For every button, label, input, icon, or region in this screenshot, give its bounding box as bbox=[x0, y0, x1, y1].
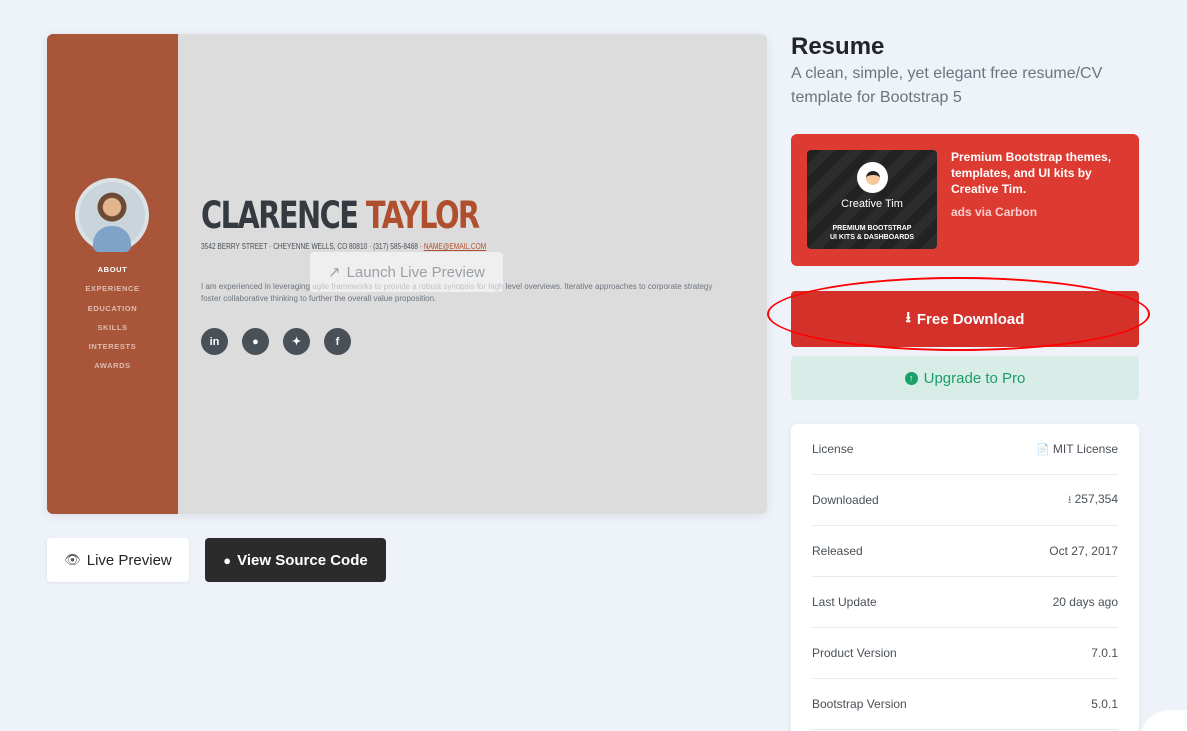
info-row-license: License 📄 MIT License bbox=[812, 424, 1118, 475]
footer-wave bbox=[1140, 710, 1187, 731]
info-card: License 📄 MIT License Downloaded ⭳ 257,354… bbox=[791, 424, 1139, 731]
info-label: Bootstrap Version bbox=[812, 697, 907, 711]
preview-nav: ABOUT EXPERIENCE EDUCATION SKILLS INTERE… bbox=[47, 264, 178, 380]
info-row-bootstrap-version: Bootstrap Version 5.0.1 bbox=[812, 679, 1118, 730]
ad-image[interactable]: Creative Tim PREMIUM BOOTSTRAP UI KITS & … bbox=[807, 150, 937, 249]
github-icon: ● bbox=[223, 552, 232, 568]
preview-address-text: 3542 BERRY STREET · CHEYENNE WELLS, CO 8… bbox=[201, 242, 424, 251]
preview-sidebar: ABOUT EXPERIENCE EDUCATION SKILLS INTERE… bbox=[47, 34, 178, 514]
download-icon: ⭳ bbox=[1067, 493, 1072, 506]
avatar bbox=[75, 178, 149, 252]
info-value: Oct 27, 2017 bbox=[1049, 544, 1118, 558]
github-icon: ● bbox=[242, 328, 269, 355]
info-label: Released bbox=[812, 544, 863, 558]
preview-nav-item: ABOUT bbox=[97, 265, 128, 274]
ad-via-link[interactable]: ads via Carbon bbox=[951, 205, 1037, 219]
preview-nav-item: EDUCATION bbox=[87, 303, 138, 313]
free-download-button[interactable]: ⭳ Free Download bbox=[791, 291, 1139, 347]
upgrade-to-pro-button[interactable]: ↑ Upgrade to Pro bbox=[791, 356, 1139, 400]
facebook-icon: f bbox=[324, 328, 351, 355]
ad-brand: Creative Tim bbox=[841, 198, 903, 210]
preview-nav-item: INTERESTS bbox=[88, 342, 137, 352]
info-label: License bbox=[812, 442, 854, 456]
preview-last-name: TAYLOR bbox=[365, 194, 480, 237]
preview-email: NAME@EMAIL.COM bbox=[423, 242, 487, 251]
preview-nav-item: AWARDS bbox=[94, 361, 131, 371]
ad-text[interactable]: Premium Bootstrap themes, templates, and… bbox=[951, 149, 1127, 197]
preview-first-name: CLARENCE bbox=[201, 194, 359, 237]
preview-nav-item: EXPERIENCE bbox=[85, 284, 140, 294]
preview-social-icons: in ● ✦ f bbox=[201, 328, 351, 355]
page-title: Resume bbox=[791, 33, 885, 60]
creative-tim-logo-icon bbox=[857, 162, 888, 193]
download-icon: ⭳ bbox=[905, 308, 911, 326]
info-row-product-version: Product Version 7.0.1 bbox=[812, 628, 1118, 679]
info-label: Downloaded bbox=[812, 493, 879, 507]
info-value: 7.0.1 bbox=[1091, 646, 1118, 660]
carbon-ad[interactable]: Creative Tim PREMIUM BOOTSTRAP UI KITS & … bbox=[791, 134, 1139, 266]
page-subtitle: A clean, simple, yet elegant free resume… bbox=[791, 65, 1103, 106]
free-download-label: Free Download bbox=[916, 310, 1025, 328]
view-source-code-button[interactable]: ● View Source Code bbox=[205, 538, 386, 582]
launch-live-preview-label: Launch Live Preview bbox=[346, 263, 485, 281]
info-value: 5.0.1 bbox=[1091, 697, 1118, 711]
preview-address: 3542 BERRY STREET · CHEYENNE WELLS, CO 8… bbox=[201, 242, 486, 251]
view-source-label: View Source Code bbox=[237, 551, 368, 569]
live-preview-button[interactable]: 👁 Live Preview bbox=[47, 538, 189, 582]
twitter-icon: ✦ bbox=[283, 328, 310, 355]
info-row-released: Released Oct 27, 2017 bbox=[812, 526, 1118, 577]
external-link-icon: ↗ bbox=[328, 264, 341, 281]
preview-name: CLARENCE TAYLOR bbox=[201, 194, 480, 237]
info-value: ⭳ 257,354 bbox=[1067, 491, 1118, 506]
info-row-downloaded: Downloaded ⭳ 257,354 bbox=[812, 475, 1118, 526]
upgrade-to-pro-label: Upgrade to Pro bbox=[923, 369, 1026, 387]
live-preview-label: Live Preview bbox=[86, 551, 172, 569]
arrow-up-circle-icon: ↑ bbox=[904, 371, 918, 385]
linkedin-icon: in bbox=[201, 328, 228, 355]
preview-nav-item: SKILLS bbox=[97, 322, 128, 332]
ad-tagline: PREMIUM BOOTSTRAP UI KITS & DASHBOARDS bbox=[829, 225, 914, 241]
eye-icon: 👁 bbox=[64, 552, 81, 567]
info-label: Last Update bbox=[812, 595, 877, 609]
template-preview[interactable]: ABOUT EXPERIENCE EDUCATION SKILLS INTERE… bbox=[47, 34, 767, 514]
license-link[interactable]: 📄 MIT License bbox=[1036, 442, 1118, 456]
file-icon: 📄 bbox=[1036, 444, 1050, 456]
info-value: 20 days ago bbox=[1052, 595, 1118, 609]
launch-live-preview-button[interactable]: ↗ Launch Live Preview bbox=[310, 252, 503, 292]
info-row-last-update: Last Update 20 days ago bbox=[812, 577, 1118, 628]
info-label: Product Version bbox=[812, 646, 897, 660]
